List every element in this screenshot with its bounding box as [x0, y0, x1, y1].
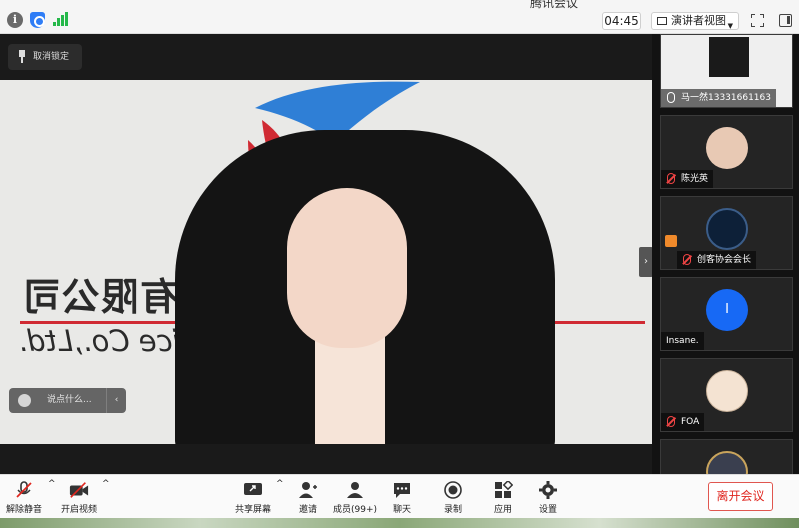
host-icon [665, 235, 677, 247]
chat-button[interactable]: 聊天 [386, 479, 418, 517]
shield-icon[interactable] [30, 12, 45, 28]
unlock-label: 取消锁定 [33, 52, 70, 62]
avatar [706, 370, 748, 412]
participant-tile[interactable] [660, 439, 793, 493]
chevron-up-icon[interactable]: ^ [102, 479, 110, 517]
camera-off-icon [69, 482, 89, 498]
chat-icon [394, 483, 410, 498]
participant-tile[interactable]: 创客协会会长 [660, 196, 793, 270]
window-title: 腾讯会议 [530, 0, 579, 10]
bottom-toolbar: 解除静音 ^ 开启视频 ^ 共享屏幕 ^ 邀请 成员(99+) 聊天 录制 应用… [0, 474, 799, 518]
presenter [175, 130, 555, 444]
share-screen-icon [244, 483, 262, 495]
record-label: 录制 [443, 505, 462, 515]
chat-label: 聊天 [392, 505, 411, 515]
pin-icon [18, 50, 26, 63]
participant-tile[interactable]: FOA [660, 358, 793, 432]
speaker-view-dropdown[interactable]: 演讲者视图 ▼ [651, 12, 739, 30]
apps-icon [495, 481, 513, 498]
members-icon [347, 482, 363, 498]
settings-button[interactable]: 设置 [532, 479, 564, 517]
share-screen-label: 共享屏幕 [234, 505, 271, 515]
members-button[interactable]: 成员(99+) [332, 479, 378, 517]
leave-meeting-button[interactable]: 离开会议 [708, 482, 773, 511]
caret-down-icon: ▼ [727, 22, 733, 30]
participant-tile[interactable]: I Insane. [660, 277, 793, 351]
participant-name: Insane. [661, 332, 704, 350]
participant-video [709, 37, 749, 77]
chevron-left-icon[interactable]: ‹ [106, 388, 126, 413]
main-stage: 取消锁定 吉林省渠道服务有限公司 Jilin Jucai Service Co.… [0, 34, 652, 474]
grid-icon [657, 17, 667, 25]
mic-muted-icon [667, 173, 675, 184]
apps-button[interactable]: 应用 [487, 479, 519, 517]
participant-name: 马一然13331661163 [661, 89, 776, 107]
participant-sidebar[interactable]: 马一然13331661163 陈光英 创客协会会长 I Insane. FOA [652, 34, 799, 493]
signal-icon[interactable] [53, 12, 68, 26]
meeting-window: 腾讯会议 i 04:45 演讲者视图 ▼ 取消锁定 Co.,Ltd. 说点什么.… [0, 0, 799, 528]
desktop-background-strip [0, 518, 799, 528]
mic-muted-icon [16, 481, 32, 498]
unmute-button[interactable]: 解除静音 [3, 479, 45, 517]
start-video-label: 开启视频 [60, 505, 97, 515]
presenter-face [287, 188, 407, 348]
chat-input[interactable]: 说点什么... ‹ [9, 388, 126, 413]
emoji-icon[interactable] [18, 394, 31, 407]
avatar [706, 127, 748, 169]
avatar: I [706, 289, 748, 331]
mic-muted-icon [683, 254, 691, 265]
fullscreen-icon[interactable] [751, 14, 764, 27]
record-icon [444, 481, 462, 499]
mic-muted-icon [667, 416, 675, 427]
start-video-button[interactable]: 开启视频 [58, 479, 100, 517]
apps-label: 应用 [493, 505, 512, 515]
unmute-label: 解除静音 [5, 505, 42, 515]
side-panel-icon[interactable] [779, 14, 792, 27]
chevron-up-icon[interactable]: ^ [276, 479, 284, 517]
add-user-icon [299, 482, 317, 498]
meeting-timer: 04:45 [602, 12, 641, 30]
info-icon[interactable]: i [7, 12, 23, 28]
chat-placeholder: 说点什么... [47, 395, 92, 405]
unlock-button[interactable]: 取消锁定 [8, 44, 82, 70]
avatar [706, 208, 748, 250]
chevron-up-icon[interactable]: ^ [48, 479, 56, 517]
record-button[interactable]: 录制 [437, 479, 469, 517]
top-bar: 腾讯会议 i 04:45 演讲者视图 ▼ [0, 0, 799, 34]
settings-label: 设置 [538, 505, 557, 515]
gear-icon [539, 481, 557, 499]
share-screen-button[interactable]: 共享屏幕 [232, 479, 274, 517]
invite-button[interactable]: 邀请 [290, 479, 326, 517]
mic-icon [667, 92, 675, 103]
participant-tile[interactable]: 陈光英 [660, 115, 793, 189]
view-label: 演讲者视图 [671, 14, 726, 27]
members-label: 成员(99+) [332, 505, 378, 515]
participant-tile[interactable]: 马一然13331661163 [660, 34, 793, 108]
invite-label: 邀请 [298, 505, 317, 515]
collapse-sidebar-button[interactable]: › [639, 247, 653, 277]
